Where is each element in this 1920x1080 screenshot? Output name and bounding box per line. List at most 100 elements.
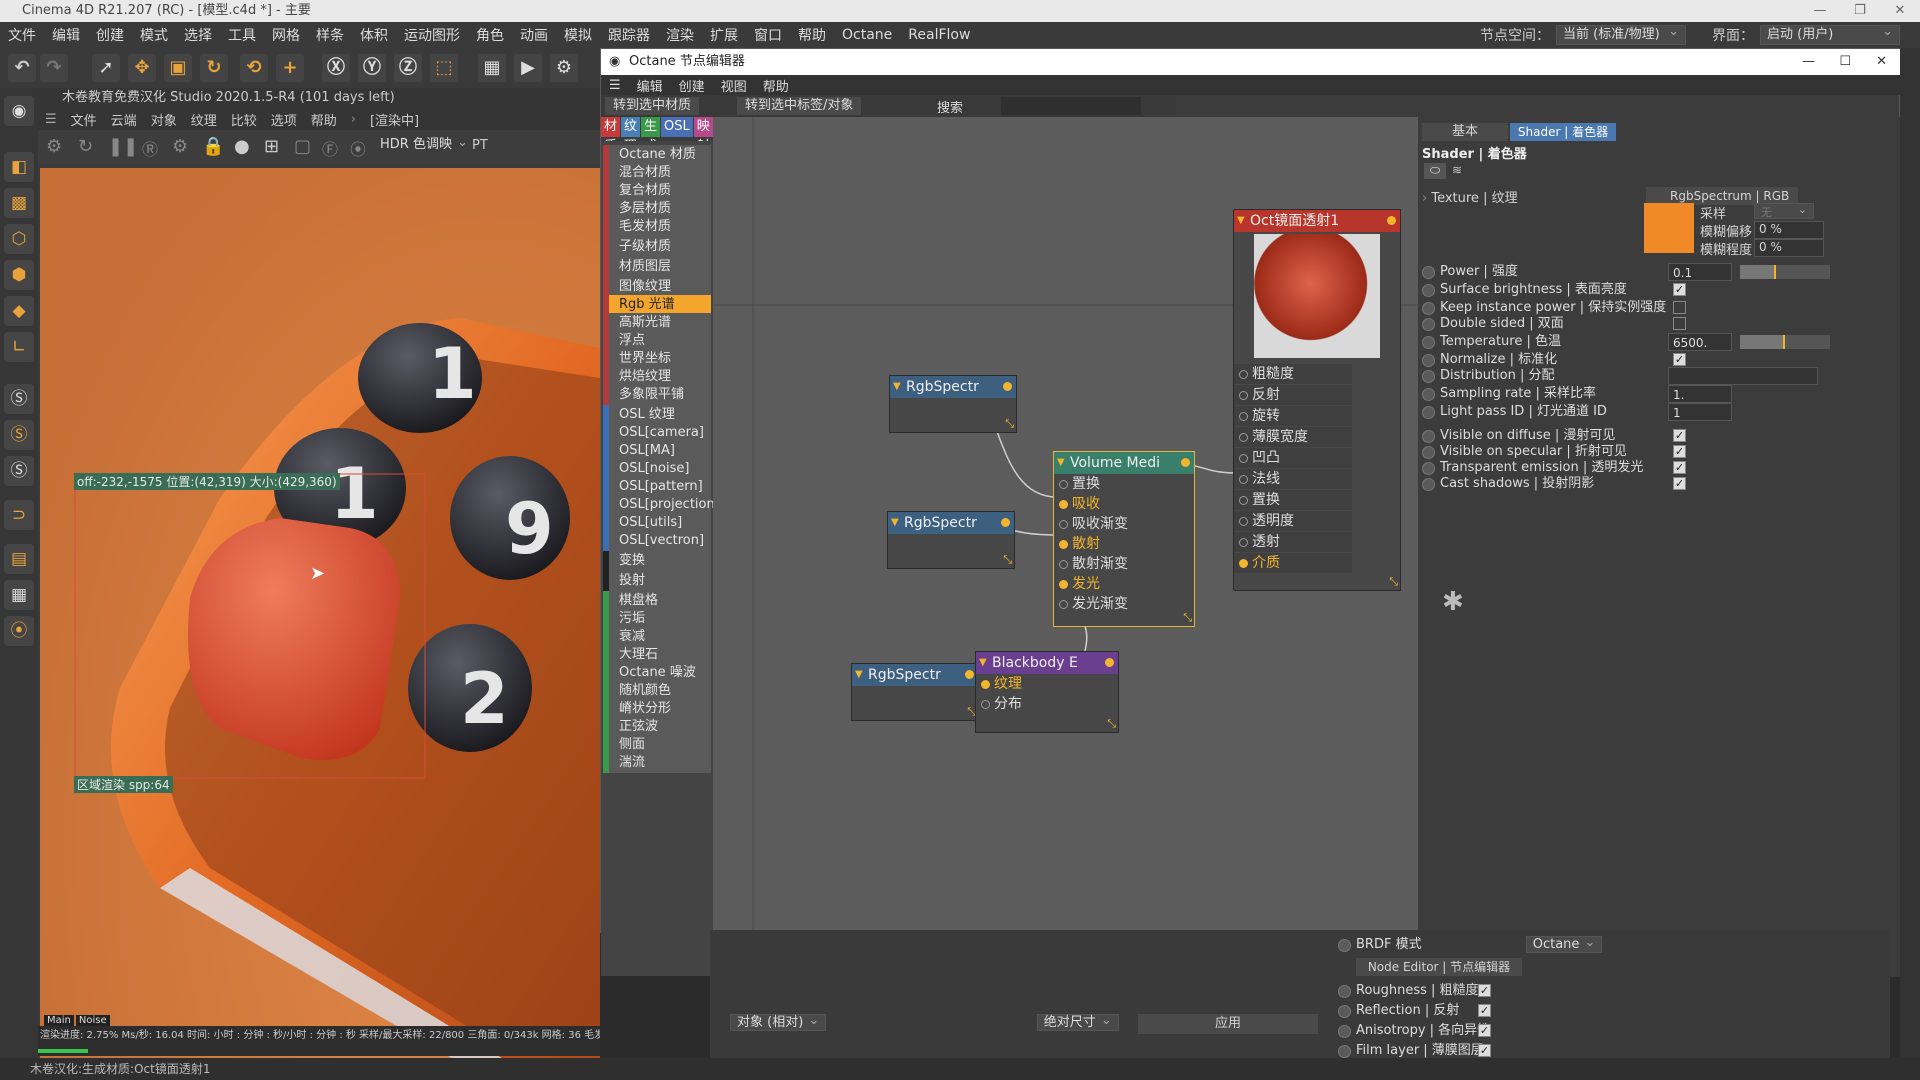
- output-port[interactable]: [965, 670, 974, 679]
- menu-item[interactable]: 运动图形: [396, 25, 468, 45]
- category-tab[interactable]: 纹理: [621, 117, 641, 154]
- category-tab[interactable]: 材质: [601, 117, 621, 154]
- hamburger-icon[interactable]: ☰: [38, 112, 64, 127]
- node-list-item[interactable]: 多象限平铺: [603, 385, 711, 405]
- x-axis-icon[interactable]: Ⓧ: [322, 54, 350, 82]
- layout-dropdown[interactable]: 启动 (用户): [1760, 23, 1900, 45]
- menu-item[interactable]: 窗口: [746, 25, 790, 45]
- node-menu-item[interactable]: 创建: [671, 76, 713, 95]
- node-list-item[interactable]: 嵴状分形: [603, 699, 711, 719]
- property-checkbox[interactable]: ✓: [1673, 445, 1686, 458]
- recent-tool-icon[interactable]: ⟲: [240, 54, 268, 82]
- node-canvas[interactable]: Oct镜面透射1 粗糙度反射旋转薄膜宽度凹凸法线置换透明度透射介质 ⤡ RgbS…: [713, 117, 1418, 977]
- render-settings-icon[interactable]: ⚙: [550, 54, 578, 82]
- maximize-icon[interactable]: ☐: [1839, 49, 1851, 75]
- node-port[interactable]: 纹理: [976, 674, 1118, 694]
- node-menu-item[interactable]: 编辑: [629, 76, 671, 95]
- tab-main[interactable]: Main: [44, 1015, 74, 1026]
- node-list-item[interactable]: 衰减: [603, 627, 711, 647]
- output-port[interactable]: [1003, 382, 1012, 391]
- node-list-item[interactable]: OSL[noise]: [603, 459, 711, 479]
- node-port[interactable]: 凹凸: [1234, 448, 1352, 468]
- octane-icon[interactable]: ◉: [4, 96, 34, 126]
- sample-dropdown[interactable]: 无: [1754, 201, 1814, 219]
- hamburger-icon[interactable]: ☰: [601, 78, 629, 93]
- node-port[interactable]: 吸收: [1054, 494, 1194, 514]
- cube-icon[interactable]: ◧: [4, 152, 34, 182]
- scale-icon[interactable]: ▣: [164, 54, 192, 82]
- node-list-item[interactable]: 毛发材质: [603, 217, 711, 237]
- y-axis-icon[interactable]: Ⓨ: [358, 54, 386, 82]
- menu-item[interactable]: 渲染: [658, 25, 702, 45]
- snap-mode-icon[interactable]: Ⓢ: [4, 456, 34, 486]
- layer-icon[interactable]: ≋: [1452, 163, 1474, 179]
- node-list-item[interactable]: 混合材质: [603, 163, 711, 183]
- node-port[interactable]: 置换: [1234, 490, 1352, 510]
- clay-icon[interactable]: ▢: [294, 136, 311, 157]
- menu-item[interactable]: RealFlow: [900, 27, 978, 43]
- sphere-icon[interactable]: ●: [234, 136, 250, 157]
- blur-amount-field[interactable]: 0 %: [1754, 239, 1824, 257]
- restart-icon[interactable]: ↻: [78, 136, 93, 157]
- menu-item[interactable]: 模式: [132, 25, 176, 45]
- resize-handle-icon[interactable]: ⤡: [1389, 575, 1398, 589]
- channel-checkbox[interactable]: ✓: [1478, 1044, 1491, 1057]
- node-list-item[interactable]: 棋盘格: [603, 591, 711, 611]
- undo-icon[interactable]: ↶: [8, 54, 36, 82]
- channel-checkbox[interactable]: ✓: [1478, 1004, 1491, 1017]
- resize-handle-icon[interactable]: ⤡: [1107, 717, 1116, 731]
- node-list-item[interactable]: OSL[projection: [603, 495, 715, 515]
- menu-item[interactable]: 扩展: [702, 25, 746, 45]
- render-view[interactable]: 1 1 9 2 off:-232,-1575 位置:(42,319) 大小:(4…: [40, 168, 600, 1063]
- workplane-icon[interactable]: ▤: [4, 544, 34, 574]
- node-port[interactable]: 发光渐变: [1054, 594, 1194, 614]
- menu-item[interactable]: 帮助: [790, 25, 834, 45]
- node-port[interactable]: 粗糙度: [1234, 364, 1352, 384]
- node-list-item[interactable]: OSL[pattern]: [603, 477, 711, 497]
- node-list-item[interactable]: 侧面: [603, 735, 711, 755]
- menu-item[interactable]: 动画: [512, 25, 556, 45]
- node-list-item[interactable]: OSL[vectron]: [603, 531, 711, 551]
- node-list-item[interactable]: Rgb 光谱: [603, 295, 711, 315]
- output-port[interactable]: [1387, 216, 1396, 225]
- hdr-tonemap-dropdown[interactable]: HDR 色调映: [374, 137, 474, 152]
- node-list-item[interactable]: 高斯光谱: [603, 313, 711, 333]
- node-port[interactable]: 旋转: [1234, 406, 1352, 426]
- node-port[interactable]: 薄膜宽度: [1234, 427, 1352, 447]
- render-view-icon[interactable]: ▶: [514, 54, 542, 82]
- brdf-dropdown[interactable]: Octane: [1525, 936, 1603, 953]
- goto-tag-button[interactable]: 转到选中标签/对象: [737, 97, 862, 115]
- maximize-icon[interactable]: ❐: [1840, 0, 1880, 22]
- face-icon[interactable]: ◆: [4, 296, 34, 326]
- node-list-item[interactable]: 随机颜色: [603, 681, 711, 701]
- node-list-item[interactable]: 大理石: [603, 645, 711, 665]
- size-mode-dropdown[interactable]: 绝对尺寸: [1036, 1014, 1119, 1031]
- viewer-menu-item[interactable]: 纹理: [184, 110, 224, 129]
- menu-item[interactable]: 体积: [352, 25, 396, 45]
- node-list-item[interactable]: 图像纹理: [603, 277, 711, 297]
- tab-basic[interactable]: 基本: [1422, 123, 1508, 141]
- node-blackbody-emission[interactable]: Blackbody E 纹理 分布 ⤡: [975, 651, 1119, 733]
- minimize-icon[interactable]: —: [1802, 49, 1815, 75]
- menu-item[interactable]: Octane: [834, 27, 900, 43]
- node-port[interactable]: 反射: [1234, 385, 1352, 405]
- search-input[interactable]: [1001, 97, 1141, 115]
- settings-gear-icon[interactable]: ⚙: [46, 136, 62, 157]
- channel-checkbox[interactable]: ✓: [1478, 1024, 1491, 1037]
- node-list-item[interactable]: 污垢: [603, 609, 711, 629]
- menu-item[interactable]: 模拟: [556, 25, 600, 45]
- close-icon[interactable]: ✕: [1876, 49, 1887, 75]
- node-list-item[interactable]: OSL 纹理: [603, 405, 711, 425]
- texture-swatch[interactable]: [1644, 203, 1694, 253]
- blur-offset-field[interactable]: 0 %: [1754, 221, 1824, 239]
- render-region-icon[interactable]: ▦: [478, 54, 506, 82]
- coordinate-system-icon[interactable]: ⬚: [430, 54, 458, 82]
- close-icon[interactable]: ✕: [1880, 0, 1920, 22]
- tab-noise[interactable]: Noise: [75, 1015, 110, 1026]
- node-list-item[interactable]: 多层材质: [603, 199, 711, 219]
- pause-icon[interactable]: ❚❚: [108, 136, 138, 157]
- node-port[interactable]: 透明度: [1234, 511, 1352, 531]
- object-mode-dropdown[interactable]: 对象 (相对): [730, 1014, 827, 1031]
- property-checkbox[interactable]: ✓: [1673, 477, 1686, 490]
- viewer-menu-item[interactable]: 对象: [144, 110, 184, 129]
